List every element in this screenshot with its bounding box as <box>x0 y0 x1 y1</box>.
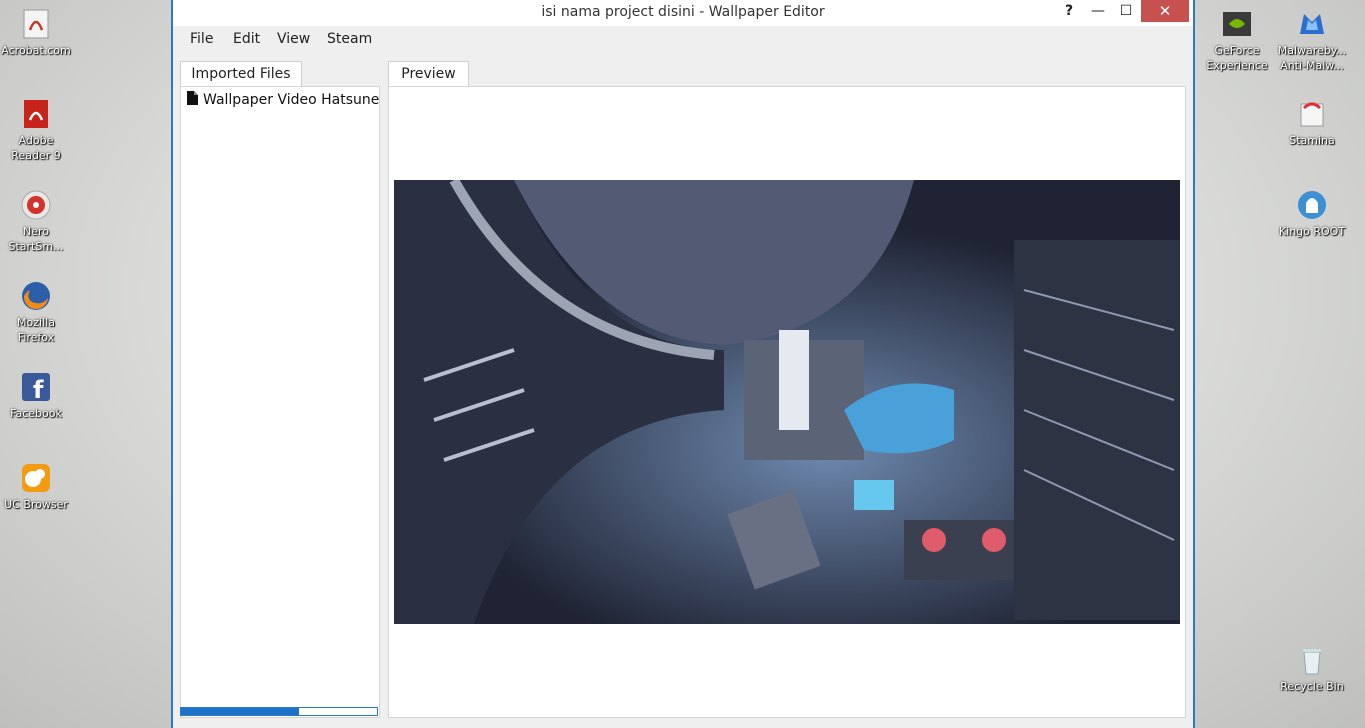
desktop-icon-firefox[interactable]: Mozilla Firefox <box>0 280 74 345</box>
desktop-icon-label: Nero StartSm... <box>8 225 64 253</box>
desktop-icon-label: UC Browser <box>4 498 68 511</box>
tab-imported-files[interactable]: Imported Files <box>180 61 302 86</box>
desktop-icon-label: Facebook <box>10 407 62 420</box>
wallpaper-preview-video[interactable] <box>394 180 1180 624</box>
preview-panel <box>388 86 1186 718</box>
help-button[interactable]: ? <box>1057 0 1081 22</box>
imported-files-list: Wallpaper Video Hatsune m <box>180 86 380 718</box>
malwarebytes-icon <box>1296 8 1328 40</box>
file-list-item[interactable]: Wallpaper Video Hatsune m <box>187 91 380 109</box>
firefox-icon <box>20 280 52 312</box>
desktop-icon-label: Recycle Bin <box>1280 680 1344 693</box>
minimize-button[interactable]: — <box>1085 0 1111 22</box>
preview-scene-image <box>394 180 1180 624</box>
desktop-icon-malwarebytes[interactable]: Malwareby... Anti-Malw... <box>1274 8 1350 73</box>
close-button[interactable]: ✕ <box>1141 0 1189 22</box>
progress-fill <box>181 708 299 715</box>
stamina-icon <box>1296 98 1328 130</box>
window-body: isi nama project disini - Wallpaper Edit… <box>173 0 1193 728</box>
kingo-root-icon <box>1296 189 1328 221</box>
desktop-icon-label: Acrobat.com <box>1 44 71 57</box>
menu-edit[interactable]: Edit <box>233 31 260 47</box>
import-progress-bar <box>180 707 378 716</box>
facebook-icon: f <box>20 371 52 404</box>
menu-bar: File Edit View Steam <box>173 26 1193 52</box>
window-title: isi nama project disini - Wallpaper Edit… <box>541 4 825 20</box>
desktop-icon-adobe-reader[interactable]: Adobe Reader 9 <box>0 98 74 163</box>
menu-view[interactable]: View <box>277 31 310 47</box>
desktop-icon-label: Kingo ROOT <box>1278 225 1346 238</box>
pdf-reader-icon <box>20 98 52 130</box>
recycle-bin-icon <box>1296 644 1328 676</box>
desktop-icon-nero[interactable]: Nero StartSm... <box>0 189 74 254</box>
nero-icon <box>20 189 52 221</box>
app-window: isi nama project disini - Wallpaper Edit… <box>171 0 1195 728</box>
desktop-icon-stamina[interactable]: Stamina <box>1274 98 1350 148</box>
desktop-icon-acrobat[interactable]: Acrobat.com <box>0 8 74 58</box>
document-icon <box>187 91 198 109</box>
desktop-icon-geforce[interactable]: GeForce Experience <box>1199 8 1275 73</box>
desktop-icon-label: Stamina <box>1289 134 1335 147</box>
desktop-icon-label: GeForce Experience <box>1206 44 1268 72</box>
tab-preview[interactable]: Preview <box>388 61 469 86</box>
uc-browser-icon <box>20 462 52 494</box>
desktop-icon-label: Adobe Reader 9 <box>11 134 61 162</box>
file-name: Wallpaper Video Hatsune m <box>203 92 380 108</box>
acrobat-icon <box>20 8 52 40</box>
desktop-icon-facebook[interactable]: f Facebook <box>0 371 74 421</box>
svg-text:f: f <box>33 376 44 403</box>
desktop-icon-uc-browser[interactable]: UC Browser <box>0 462 74 512</box>
menu-steam[interactable]: Steam <box>327 31 372 47</box>
menu-file[interactable]: File <box>190 31 213 47</box>
desktop-icon-kingo-root[interactable]: Kingo ROOT <box>1274 189 1350 239</box>
desktop-icon-label: Mozilla Firefox <box>17 316 55 344</box>
maximize-button[interactable]: ☐ <box>1113 0 1139 22</box>
geforce-icon <box>1221 8 1253 40</box>
desktop-icon-recycle-bin[interactable]: Recycle Bin <box>1274 644 1350 694</box>
title-bar[interactable]: isi nama project disini - Wallpaper Edit… <box>173 0 1193 26</box>
desktop-icon-label: Malwareby... Anti-Malw... <box>1277 44 1347 72</box>
